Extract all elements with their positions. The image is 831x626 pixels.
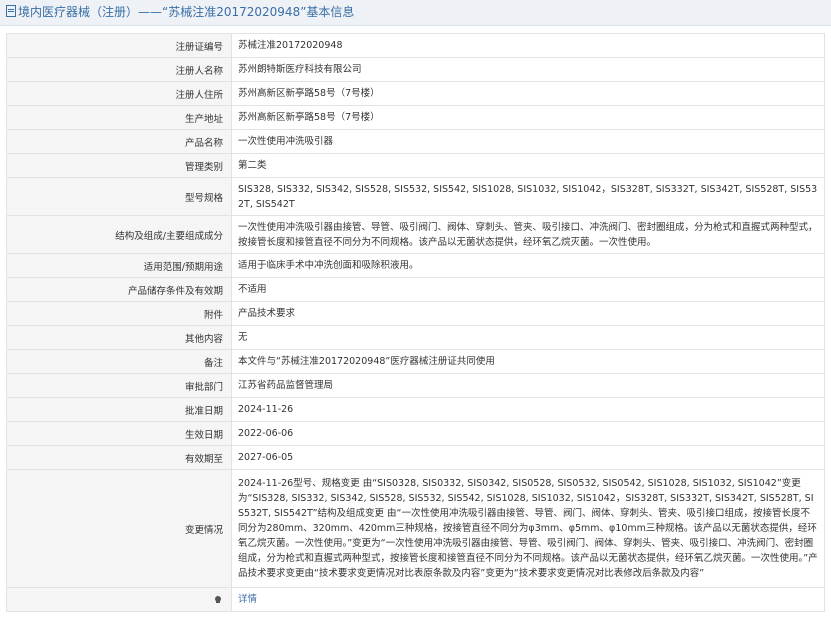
field-label: 有效期至 xyxy=(6,445,232,470)
table-row: 注册人名称 苏州朗特斯医疗科技有限公司 xyxy=(6,57,825,82)
table-row: 产品名称 一次性使用冲洗吸引器 xyxy=(6,129,825,154)
field-value: 苏州朗特斯医疗科技有限公司 xyxy=(231,57,825,82)
table-row: 结构及组成/主要组成成分 一次性使用冲洗吸引器由接管、导管、吸引阀门、阀体、穿刺… xyxy=(6,215,825,254)
table-row: 注册证编号 苏械注准20172020948 xyxy=(6,33,825,58)
field-label: 生效日期 xyxy=(6,421,232,446)
table-row: 注册人住所 苏州高新区新亭路58号（7号楼） xyxy=(6,81,825,106)
table-row: 适用范围/预期用途 适用于临床手术中冲洗创面和吸除积液用。 xyxy=(6,253,825,278)
field-value: 第二类 xyxy=(231,153,825,178)
field-value: 产品技术要求 xyxy=(231,301,825,326)
field-label: 结构及组成/主要组成成分 xyxy=(6,215,232,254)
table-row: 变更情况 2024-11-26型号、规格变更 由“SIS0328, SIS033… xyxy=(6,469,825,588)
field-label: 适用范围/预期用途 xyxy=(6,253,232,278)
field-value: 2022-06-06 xyxy=(231,421,825,446)
field-label: 审批部门 xyxy=(6,373,232,398)
field-label: 型号规格 xyxy=(6,177,232,216)
table-row: 审批部门 江苏省药品监督管理局 xyxy=(6,373,825,398)
table-row: 详情 xyxy=(6,587,825,612)
field-label: 管理类别 xyxy=(6,153,232,178)
document-icon xyxy=(6,5,16,17)
field-value: 一次性使用冲洗吸引器 xyxy=(231,129,825,154)
field-label: 生产地址 xyxy=(6,105,232,130)
table-row: 产品储存条件及有效期 不适用 xyxy=(6,277,825,302)
footer-label-cell xyxy=(6,587,232,612)
field-value: 2024-11-26型号、规格变更 由“SIS0328, SIS0332, SI… xyxy=(231,469,825,588)
field-value: 一次性使用冲洗吸引器由接管、导管、吸引阀门、阀体、穿刺头、管夹、吸引接口、冲洗阀… xyxy=(231,215,825,254)
field-value: 江苏省药品监督管理局 xyxy=(231,373,825,398)
table-row: 有效期至 2027-06-05 xyxy=(6,445,825,470)
field-value: 本文件与“苏械注准20172020948”医疗器械注册证共同使用 xyxy=(231,349,825,374)
field-value: 苏州高新区新亭路58号（7号楼） xyxy=(231,105,825,130)
lightbulb-icon xyxy=(215,596,221,603)
field-value: 适用于临床手术中冲洗创面和吸除积液用。 xyxy=(231,253,825,278)
field-label: 注册证编号 xyxy=(6,33,232,58)
table-row: 型号规格 SIS328, SIS332, SIS342, SIS528, SIS… xyxy=(6,177,825,216)
table-row: 生效日期 2022-06-06 xyxy=(6,421,825,446)
field-value: 无 xyxy=(231,325,825,350)
field-label: 产品储存条件及有效期 xyxy=(6,277,232,302)
page-title: 境内医疗器械（注册）——“苏械注准20172020948”基本信息 xyxy=(18,5,355,19)
field-label: 产品名称 xyxy=(6,129,232,154)
details-link[interactable]: 详情 xyxy=(238,594,257,605)
info-table: 注册证编号 苏械注准20172020948 注册人名称 苏州朗特斯医疗科技有限公… xyxy=(6,33,825,612)
footer-value-cell: 详情 xyxy=(231,587,825,612)
field-value: 2024-11-26 xyxy=(231,397,825,422)
table-row: 备注 本文件与“苏械注准20172020948”医疗器械注册证共同使用 xyxy=(6,349,825,374)
field-label: 其他内容 xyxy=(6,325,232,350)
table-row: 附件 产品技术要求 xyxy=(6,301,825,326)
field-label: 注册人名称 xyxy=(6,57,232,82)
field-value: 不适用 xyxy=(231,277,825,302)
table-row: 生产地址 苏州高新区新亭路58号（7号楼） xyxy=(6,105,825,130)
page-header: 境内医疗器械（注册）——“苏械注准20172020948”基本信息 xyxy=(0,0,831,26)
field-label: 注册人住所 xyxy=(6,81,232,106)
table-row: 批准日期 2024-11-26 xyxy=(6,397,825,422)
field-label: 批准日期 xyxy=(6,397,232,422)
info-table-container: 注册证编号 苏械注准20172020948 注册人名称 苏州朗特斯医疗科技有限公… xyxy=(6,33,825,612)
field-value: SIS328, SIS332, SIS342, SIS528, SIS532, … xyxy=(231,177,825,216)
table-row: 管理类别 第二类 xyxy=(6,153,825,178)
field-value: 苏械注准20172020948 xyxy=(231,33,825,58)
field-label: 备注 xyxy=(6,349,232,374)
field-value: 2027-06-05 xyxy=(231,445,825,470)
field-value: 苏州高新区新亭路58号（7号楼） xyxy=(231,81,825,106)
field-label: 变更情况 xyxy=(6,469,232,588)
table-row: 其他内容 无 xyxy=(6,325,825,350)
field-label: 附件 xyxy=(6,301,232,326)
